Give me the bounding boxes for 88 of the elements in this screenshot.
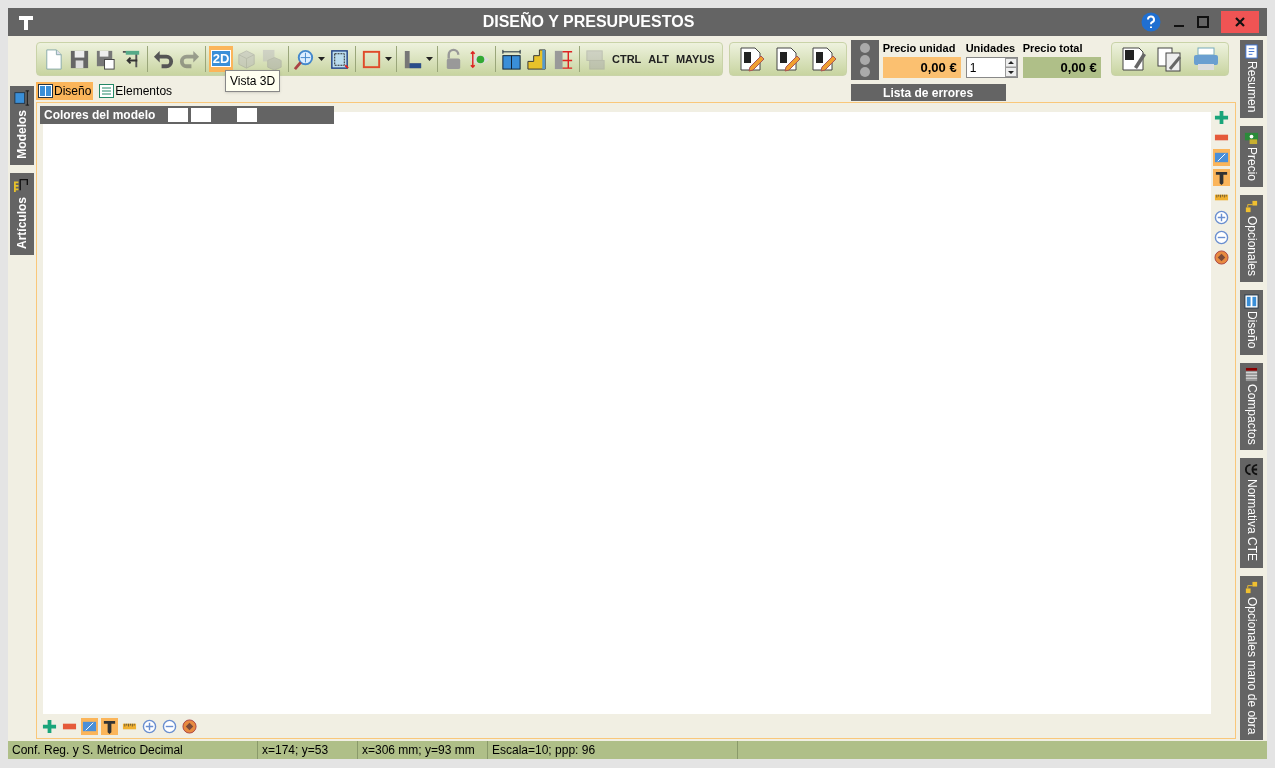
color-swatch[interactable]: [168, 108, 189, 122]
plus-tool-button[interactable]: [41, 717, 58, 735]
target-tool-button[interactable]: [181, 717, 198, 735]
window-title: DISEÑO Y PRESUPUESTOS: [481, 11, 696, 32]
documents-button[interactable]: [1155, 45, 1184, 73]
close-icon: [1235, 17, 1245, 27]
view-tab[interactable]: Diseño: [36, 82, 94, 100]
document-pencil-icon: [737, 45, 766, 73]
key-toggle-button[interactable]: MAYUS: [672, 46, 718, 72]
view-2d-button[interactable]: 2D: [209, 46, 233, 72]
document-pencil-button[interactable]: [809, 45, 838, 73]
help-icon[interactable]: [1141, 12, 1161, 32]
cubes-icon: [261, 47, 284, 71]
fit-frame-icon: [328, 47, 351, 71]
side-tab[interactable]: Normativa CTE: [1240, 458, 1263, 568]
side-tab[interactable]: Compactos: [1240, 362, 1263, 451]
color-swatch[interactable]: [237, 108, 258, 122]
zoom-out-tool-button[interactable]: [1212, 229, 1230, 246]
documents-icon: [1155, 45, 1184, 73]
document-pencil-icon: [809, 45, 838, 73]
zoom-in-tool-button[interactable]: [1212, 209, 1230, 226]
side-tab[interactable]: Precio: [1240, 126, 1263, 188]
status-lights: [850, 40, 879, 80]
plus-icon: [42, 718, 57, 734]
status-field: Conf. Reg. y S. Metrico Decimal: [8, 741, 258, 759]
cabinet-icon: [1244, 366, 1259, 382]
zoom-in-icon: [1213, 210, 1229, 225]
side-tab[interactable]: Resumen: [1240, 40, 1263, 119]
stairs-ruler-icon: [526, 47, 549, 71]
side-tab[interactable]: Opcionales mano de obra: [1240, 575, 1263, 740]
document-icon: [1244, 44, 1259, 59]
field-label: Precio total: [1022, 41, 1084, 56]
key-toggle-button[interactable]: CTRL: [609, 46, 645, 72]
side-tab[interactable]: Diseño: [1240, 290, 1263, 355]
caret-icon: [318, 57, 325, 61]
zoom-icon: [293, 47, 316, 71]
view-tab[interactable]: Elementos: [97, 82, 175, 100]
field-label: Unidades: [965, 41, 1017, 56]
total-price-field: 0,00 €: [1022, 57, 1101, 78]
cube-icon: [235, 47, 258, 71]
target-icon: [1213, 250, 1229, 265]
pencil-document-button[interactable]: [1119, 45, 1148, 73]
status-field: x=174; y=53: [258, 741, 358, 759]
field-label: Precio unidad: [882, 41, 957, 56]
plus-tool-button[interactable]: [1212, 109, 1230, 126]
status-field: Escala=10; ppp: 96: [488, 741, 738, 759]
zoom-in-tool-button[interactable]: [141, 717, 158, 735]
columns-icon: [500, 47, 523, 71]
pencil-document-icon: [1119, 45, 1148, 73]
document-pencil-button[interactable]: [737, 45, 766, 73]
maximize-icon[interactable]: [1197, 16, 1209, 28]
screw-tool-button[interactable]: [101, 717, 118, 735]
document-pencil-button[interactable]: [773, 45, 802, 73]
errors-list-button[interactable]: Lista de errores: [850, 84, 1006, 101]
color-swatch[interactable]: [191, 108, 212, 122]
slash-icon: [1213, 150, 1229, 165]
printer-button[interactable]: [1191, 45, 1220, 73]
document-pencil-icon: [773, 45, 802, 73]
caret-icon: [385, 57, 392, 61]
screw-icon: [1213, 170, 1229, 185]
tooltip: Vista 3D: [225, 70, 281, 92]
plus-icon: [1213, 110, 1229, 125]
columns-icon: [1244, 294, 1259, 310]
zoom-out-tool-button[interactable]: [161, 717, 178, 735]
status-field: x=306 mm; y=93 mm: [358, 741, 488, 759]
cabinet-icon: [14, 90, 30, 106]
side-tab[interactable]: Artículos: [10, 172, 34, 255]
zoom-out-icon: [162, 718, 177, 734]
zoom-out-icon: [1213, 230, 1229, 245]
screw-icon: [102, 718, 117, 734]
unit-price-field: 0,00 €: [882, 57, 961, 78]
printer-icon: [1191, 45, 1220, 73]
machine-icon: [584, 47, 607, 71]
zoom-in-icon: [142, 718, 157, 734]
side-tab[interactable]: Modelos: [10, 86, 34, 165]
caret-icon: [426, 57, 433, 61]
ce-mark-icon: [1244, 462, 1259, 478]
target-icon: [182, 718, 197, 734]
key-toggle-button[interactable]: ALT: [645, 46, 672, 72]
list-icon: [99, 84, 115, 98]
columns-icon: [38, 84, 53, 98]
screw-tool-button[interactable]: [1212, 169, 1230, 186]
target-tool-button[interactable]: [1212, 249, 1230, 266]
model-colors-label: Colores del modelo: [44, 107, 156, 124]
side-tab[interactable]: Opcionales: [1240, 195, 1263, 283]
units-spinner[interactable]: 1: [965, 57, 1018, 78]
money-icon: [1244, 130, 1259, 146]
close-button[interactable]: [1221, 11, 1259, 33]
